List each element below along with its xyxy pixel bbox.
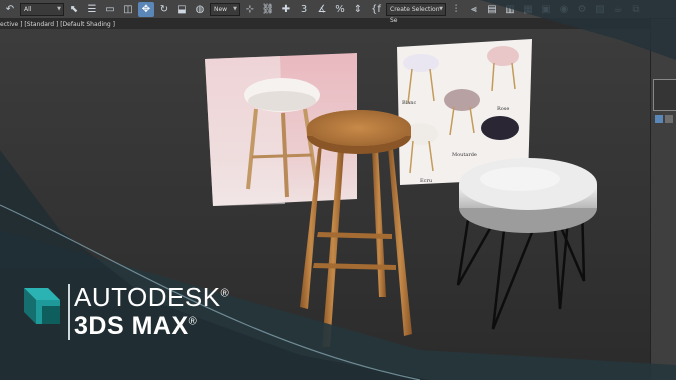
undo-icon[interactable]: ↶ <box>2 2 18 17</box>
region-select-icon[interactable]: ▭ <box>102 2 118 17</box>
chevron-down-icon: ▼ <box>233 5 237 12</box>
scale-icon[interactable]: ⬓ <box>174 2 190 17</box>
snap-3d-icon[interactable]: 3 <box>296 2 312 17</box>
panel-tab-icon[interactable] <box>665 115 673 123</box>
white-stool-model[interactable] <box>456 158 597 330</box>
reference-coord-icon[interactable]: ◍ <box>192 2 208 17</box>
panel-rollout[interactable] <box>653 79 676 111</box>
brand-divider <box>68 284 70 340</box>
3ds-max-logo-icon <box>24 288 60 324</box>
registered-mark: ® <box>188 315 198 328</box>
move-icon[interactable]: ✥ <box>138 1 154 17</box>
select-icon[interactable]: ⬉ <box>66 2 82 17</box>
percent-snap-icon[interactable]: % <box>332 2 348 17</box>
material-editor-icon[interactable]: ◉ <box>556 2 572 17</box>
variant-label-rose: Rose <box>497 106 510 112</box>
link-icon[interactable]: ⛓ <box>260 2 276 17</box>
render-frame-icon[interactable]: ▨ <box>592 2 608 17</box>
brand-autodesk-text: AUTODESK <box>74 282 221 312</box>
layer-icon[interactable]: ▤ <box>484 2 500 17</box>
variant-label-blanc: Blanc <box>402 100 417 106</box>
command-panel[interactable] <box>650 19 676 380</box>
percent-snap-label: % <box>335 3 345 15</box>
snap-value: 3 <box>300 3 308 15</box>
render-iterative-icon[interactable]: ⧉ <box>628 2 644 17</box>
named-set-value: New <box>214 5 228 13</box>
brand-autodesk: AUTODESK® <box>74 282 229 313</box>
mirror-icon[interactable]: ⫶ <box>448 2 464 17</box>
viewport-label[interactable]: ective ] [Standard ] [Default Shading ] <box>0 20 115 29</box>
align-icon[interactable]: ⫷ <box>466 2 482 17</box>
chevron-down-icon: ▼ <box>57 5 61 12</box>
variant-label-moutarde: Moutarde <box>452 152 477 158</box>
registered-mark: ® <box>220 287 230 300</box>
chevron-down-icon: ▼ <box>439 5 443 12</box>
window-crossing-icon[interactable]: ◫ <box>120 2 136 17</box>
named-set-dropdown[interactable]: New ▼ <box>210 2 240 16</box>
schematic-icon[interactable]: ▣ <box>538 2 554 17</box>
brand-3ds-max: 3DS MAX® <box>74 312 197 341</box>
selection-filter-dropdown[interactable]: All ▼ <box>20 2 64 16</box>
edit-named-sets-icon[interactable]: {f <box>368 2 384 17</box>
angle-snap-icon[interactable]: ∡ <box>314 2 330 17</box>
render-setup-icon[interactable]: ⚙ <box>574 2 590 17</box>
main-toolbar: ↶ All ▼ ⬉ ☰ ▭ ◫ ✥ ↻ ⬓ ◍ New ▼ ⊹ ⛓ ✚ 3 ∡ % … <box>0 0 676 24</box>
selection-set-placeholder: Create Selection Se <box>390 5 440 24</box>
scene-explorer-icon[interactable]: ▥ <box>502 2 518 17</box>
rotate-icon[interactable]: ↻ <box>156 2 172 17</box>
selection-set-input[interactable]: Create Selection Se ▼ <box>386 2 446 24</box>
pivot-icon[interactable]: ⊹ <box>242 2 258 17</box>
snap-icon[interactable]: ✚ <box>278 2 294 17</box>
variant-label-ecru: Ecru <box>420 178 433 184</box>
curve-editor-icon[interactable]: ▦ <box>520 2 536 17</box>
selection-filter-value: All <box>24 5 32 13</box>
brand-3ds-max-text: 3DS MAX <box>74 312 189 340</box>
select-by-name-icon[interactable]: ☰ <box>84 2 100 17</box>
render-icon[interactable]: ☕ <box>610 2 626 17</box>
wooden-bar-stool-model[interactable] <box>300 110 412 347</box>
spinner-snap-icon[interactable]: ⇕ <box>350 2 366 17</box>
panel-tab-icon[interactable] <box>655 115 663 123</box>
